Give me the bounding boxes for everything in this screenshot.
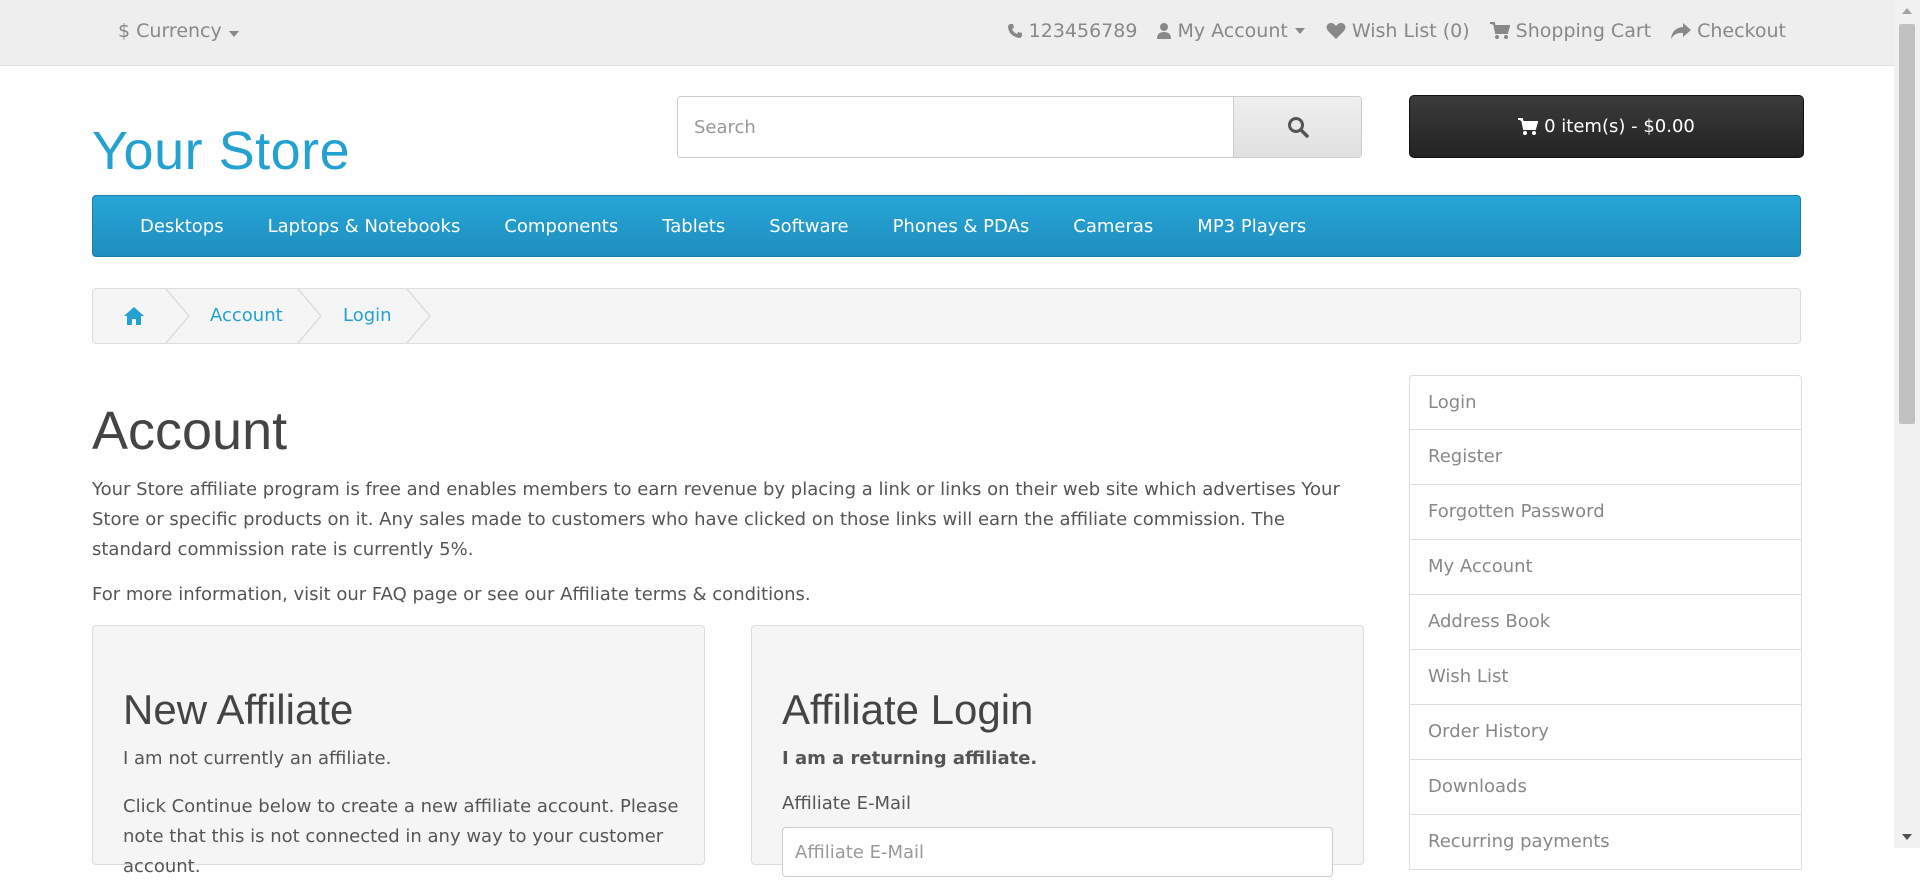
shopping-cart-label: Shopping Cart — [1515, 20, 1652, 42]
scroll-up-arrow-icon[interactable] — [1894, 0, 1920, 22]
search-button[interactable] — [1233, 97, 1361, 157]
sidebar-item-recurring-payments[interactable]: Recurring payments — [1409, 815, 1802, 870]
shopping-cart-link[interactable]: Shopping Cart — [1489, 0, 1652, 62]
sidebar-item-order-history[interactable]: Order History — [1409, 705, 1802, 760]
new-affiliate-panel: New Affiliate I am not currently an affi… — [92, 625, 705, 877]
sidebar-item-login[interactable]: Login — [1409, 375, 1802, 430]
my-account-label: My Account — [1177, 20, 1288, 42]
phone-icon — [1007, 24, 1022, 38]
sidebar-item-my-account[interactable]: My Account — [1409, 540, 1802, 595]
currency-dropdown[interactable]: $ Currency — [118, 0, 240, 62]
dollar-icon: $ — [118, 20, 131, 42]
store-logo[interactable]: Your Store — [92, 120, 350, 182]
affiliate-email-input[interactable] — [782, 827, 1333, 877]
affiliate-email-label: Affiliate E-Mail — [782, 793, 912, 814]
menu-item-components[interactable]: Components — [504, 216, 618, 237]
caret-down-icon — [228, 31, 239, 37]
breadcrumb-separator-icon — [165, 289, 190, 343]
cart-button[interactable]: 0 item(s) - $0.00 — [1409, 95, 1804, 158]
search-icon — [1287, 117, 1309, 138]
wishlist-label: Wish List (0) — [1351, 20, 1470, 42]
top-bar: $ Currency 123456789 My Account Wish Lis… — [0, 0, 1894, 66]
my-account-dropdown[interactable]: My Account — [1157, 0, 1305, 62]
sidebar-item-forgotten-password[interactable]: Forgotten Password — [1409, 485, 1802, 540]
menu-item-phones-pdas[interactable]: Phones & PDAs — [893, 216, 1030, 237]
breadcrumb-home[interactable] — [123, 291, 145, 345]
cart-total: 0 item(s) - $0.00 — [1544, 116, 1695, 137]
user-icon — [1157, 23, 1172, 39]
new-affiliate-heading: New Affiliate — [123, 686, 354, 733]
page-title: Account — [92, 401, 288, 461]
caret-down-icon — [1294, 28, 1305, 34]
menu-item-tablets[interactable]: Tablets — [662, 216, 725, 237]
checkout-label: Checkout — [1697, 20, 1786, 42]
menu-item-software[interactable]: Software — [769, 216, 848, 237]
cart-icon — [1518, 117, 1539, 135]
search-input[interactable] — [678, 97, 1233, 157]
heart-icon — [1326, 22, 1346, 39]
search-bar — [677, 96, 1362, 158]
new-affiliate-description: Click Continue below to create a new aff… — [123, 796, 679, 877]
home-icon — [124, 307, 144, 325]
sidebar-item-downloads[interactable]: Downloads — [1409, 760, 1802, 815]
menu-item-laptops-notebooks[interactable]: Laptops & Notebooks — [268, 216, 461, 237]
wishlist-link[interactable]: Wish List (0) — [1326, 0, 1470, 62]
affiliate-login-heading: Affiliate Login — [782, 686, 1034, 733]
top-links: 123456789 My Account Wish List (0) Shopp… — [1007, 0, 1786, 62]
affiliate-login-panel: Affiliate Login I am a returning affilia… — [751, 625, 1364, 877]
cart-icon — [1489, 22, 1510, 39]
breadcrumb-separator-icon — [297, 289, 322, 343]
returning-affiliate-text: I am a returning affiliate. — [782, 748, 1038, 769]
phone-number: 123456789 — [1028, 20, 1138, 42]
phone-link[interactable]: 123456789 — [1007, 0, 1138, 62]
account-sidebar: Login Register Forgotten Password My Acc… — [1409, 375, 1802, 870]
main-menu: Desktops Laptops & Notebooks Components … — [92, 195, 1801, 257]
scroll-down-arrow-icon[interactable] — [1894, 826, 1920, 848]
breadcrumb-account[interactable]: Account — [210, 289, 283, 343]
menu-item-cameras[interactable]: Cameras — [1073, 216, 1153, 237]
sidebar-item-wish-list[interactable]: Wish List — [1409, 650, 1802, 705]
more-info-text: For more information, visit our FAQ page… — [92, 584, 811, 605]
menu-item-desktops[interactable]: Desktops — [140, 216, 224, 237]
breadcrumb: Account Login — [92, 288, 1801, 344]
new-affiliate-status-text: I am not currently an affiliate. — [123, 748, 392, 769]
scrollbar-thumb[interactable] — [1899, 24, 1915, 424]
menu-item-mp3-players[interactable]: MP3 Players — [1197, 216, 1306, 237]
sidebar-item-register[interactable]: Register — [1409, 430, 1802, 485]
currency-label: Currency — [136, 20, 222, 42]
breadcrumb-separator-icon — [406, 289, 431, 343]
breadcrumb-login[interactable]: Login — [343, 289, 392, 343]
checkout-link[interactable]: Checkout — [1671, 0, 1786, 62]
share-icon — [1671, 23, 1692, 39]
page-scrollbar[interactable] — [1894, 0, 1920, 848]
affiliate-intro-text: Your Store affiliate program is free and… — [92, 479, 1340, 560]
sidebar-item-address-book[interactable]: Address Book — [1409, 595, 1802, 650]
